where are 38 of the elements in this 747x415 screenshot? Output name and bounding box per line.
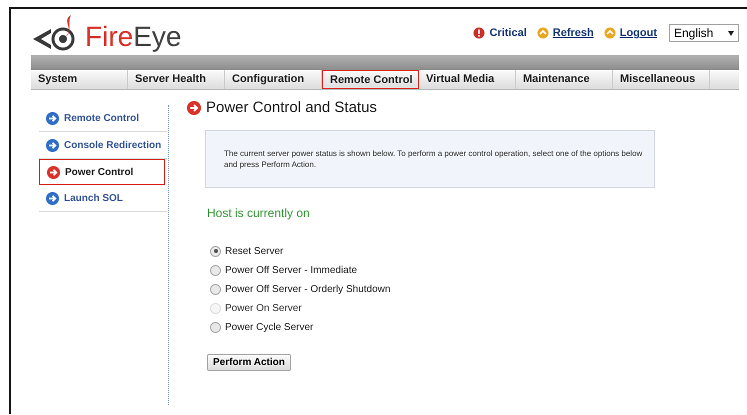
radio-button[interactable] [210, 322, 221, 332]
status-text: Critical [489, 27, 527, 39]
header-link[interactable]: Logout [620, 27, 657, 39]
arrow-circle-icon [47, 166, 60, 178]
status-text: Host is currently on [207, 206, 311, 220]
arrow-circle-icon [46, 138, 59, 152]
option-label: Power On Server [225, 302, 302, 314]
language-select[interactable]: English [669, 24, 739, 42]
info-text: The current server power status is shown below. To perform a power control operation, select one of the options below and press Perform Action. [224, 149, 642, 169]
nav-tab[interactable]: Maintenance [516, 70, 613, 89]
option-label: Reset Server [225, 246, 284, 256]
nav-tab[interactable]: Miscellaneous [613, 70, 710, 89]
alert-icon [473, 27, 486, 39]
logo-text: FireEye [85, 21, 182, 53]
arrow-circle-icon [536, 27, 549, 39]
nav-tab[interactable]: System [31, 70, 128, 89]
sidebar-item[interactable]: Console Redirection [39, 132, 167, 159]
nav-tab[interactable]: Server Health [128, 70, 225, 89]
option-label: Power Cycle Server [225, 322, 314, 332]
nav-tab[interactable]: Configuration [225, 70, 322, 89]
option-label: Power Off Server - Orderly Shutdown [225, 284, 390, 294]
option-label: Power Off Server - Immediate [225, 264, 358, 276]
radio-button[interactable] [210, 264, 221, 276]
radio-button[interactable] [210, 246, 221, 256]
arrow-circle-icon [46, 192, 59, 204]
sidebar-item[interactable]: Remote Control [39, 105, 167, 132]
arrow-circle-icon [46, 112, 59, 124]
caret-icon [728, 30, 734, 36]
nav-tab[interactable]: Virtual Media [419, 70, 516, 89]
header-link[interactable]: Refresh [552, 27, 594, 39]
sidebar-item[interactable]: Power Control [39, 159, 165, 185]
perform-action-button[interactable]: Perform Action [207, 354, 291, 371]
arrow-circle-icon [604, 27, 616, 39]
page-title: Power Control and Status [206, 99, 377, 116]
sidebar-item[interactable]: Launch SOL [39, 185, 167, 212]
nav-tab[interactable]: Remote Control [322, 70, 419, 89]
radio-button[interactable] [210, 284, 221, 294]
arrow-circle-icon [187, 100, 201, 114]
